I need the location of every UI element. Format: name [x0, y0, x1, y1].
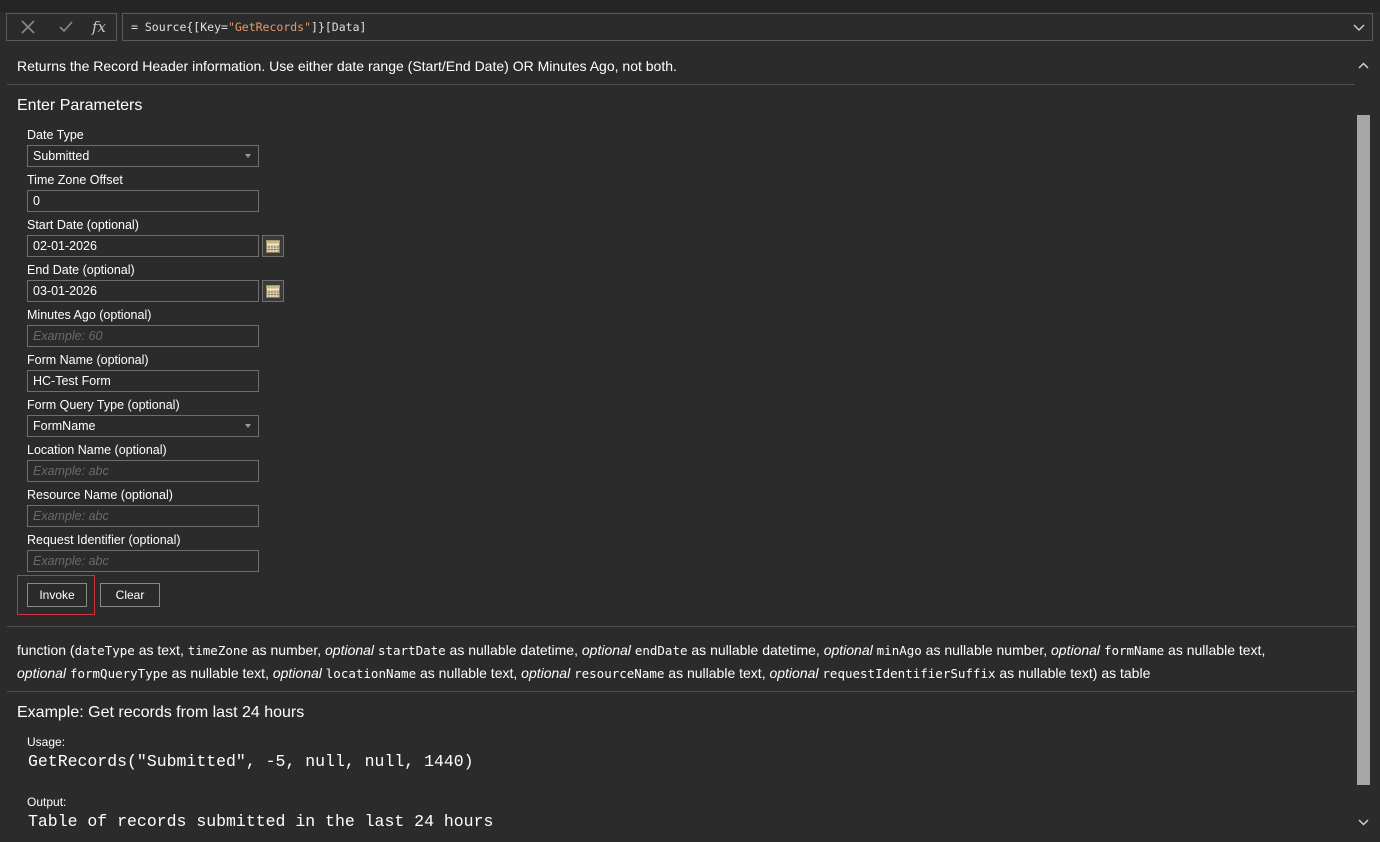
formula-suffix: ]}[Data]: [311, 20, 367, 34]
window-top-border: [0, 0, 1380, 12]
formula-string: "GetRecords": [227, 20, 312, 34]
form-query-type-value: FormName: [33, 419, 96, 433]
sig-optional: optional: [521, 665, 571, 681]
chevron-down-icon: [245, 424, 251, 428]
invoke-button[interactable]: Invoke: [27, 583, 87, 607]
divider: [7, 691, 1355, 692]
scroll-down-icon[interactable]: [1357, 815, 1370, 829]
divider: [7, 626, 1355, 627]
sig-param: startDate: [377, 643, 446, 658]
formula-prefix: = Source{[Key=: [131, 20, 228, 34]
sig-param: locationName: [325, 666, 417, 681]
resource-name-input[interactable]: [27, 505, 259, 527]
form-query-type-label: Form Query Type (optional): [27, 398, 180, 412]
usage-code: GetRecords("Submitted", -5, null, null, …: [28, 752, 474, 771]
calendar-icon[interactable]: [262, 280, 284, 302]
form-query-type-select[interactable]: FormName: [27, 415, 259, 437]
date-type-label: Date Type: [27, 128, 84, 142]
sig-param: resourceName: [574, 666, 665, 681]
divider: [7, 84, 1355, 85]
date-type-select[interactable]: Submitted: [27, 145, 259, 167]
time-zone-input[interactable]: [27, 190, 259, 212]
sig-param: endDate: [634, 643, 688, 658]
sig-optional: optional: [823, 642, 873, 658]
start-date-label: Start Date (optional): [27, 218, 139, 232]
sig-text: as nullable text,: [167, 665, 273, 681]
end-date-input[interactable]: [27, 280, 259, 302]
minutes-ago-label: Minutes Ago (optional): [27, 308, 152, 322]
usage-label: Usage:: [27, 735, 66, 749]
sig-param: requestIdentifierSuffix: [822, 666, 996, 681]
scrollbar-thumb[interactable]: [1357, 115, 1370, 785]
date-type-value: Submitted: [33, 149, 90, 163]
form-name-input[interactable]: [27, 370, 259, 392]
function-description: Returns the Record Header information. U…: [17, 58, 677, 74]
formula-bar-buttons: fx: [6, 13, 117, 41]
chevron-down-icon[interactable]: [1350, 18, 1368, 36]
resource-name-label: Resource Name (optional): [27, 488, 173, 502]
sig-text: function (: [17, 642, 75, 658]
form-name-label: Form Name (optional): [27, 353, 149, 367]
check-icon[interactable]: [55, 17, 77, 37]
sig-text: as text,: [134, 642, 188, 658]
location-name-label: Location Name (optional): [27, 443, 167, 457]
sig-optional: optional: [17, 665, 67, 681]
formula-bar: fx = Source{[Key="GetRecords"]}[Data]: [6, 13, 1373, 41]
request-identifier-input[interactable]: [27, 550, 259, 572]
sig-optional: optional: [272, 665, 322, 681]
function-signature: function (dateType as text, timeZone as …: [17, 639, 1337, 685]
fx-icon[interactable]: fx: [88, 17, 110, 37]
formula-input[interactable]: = Source{[Key="GetRecords"]}[Data]: [122, 13, 1373, 41]
scroll-up-icon[interactable]: [1357, 59, 1370, 73]
end-date-label: End Date (optional): [27, 263, 135, 277]
sig-param: formName: [1103, 643, 1165, 658]
sig-optional: optional: [769, 665, 819, 681]
calendar-icon[interactable]: [262, 235, 284, 257]
minutes-ago-input[interactable]: [27, 325, 259, 347]
sig-param: dateType: [74, 643, 135, 658]
sig-optional: optional: [325, 642, 375, 658]
sig-text: as nullable number,: [921, 642, 1051, 658]
chevron-down-icon: [245, 154, 251, 158]
request-identifier-label: Request Identifier (optional): [27, 533, 181, 547]
time-zone-label: Time Zone Offset: [27, 173, 123, 187]
sig-text: as nullable datetime,: [687, 642, 824, 658]
parameters-title: Enter Parameters: [17, 97, 143, 114]
sig-text: as nullable text,: [416, 665, 522, 681]
start-date-input[interactable]: [27, 235, 259, 257]
sig-text: as nullable text,: [1164, 642, 1266, 658]
output-label: Output:: [27, 795, 67, 809]
sig-text: as number,: [247, 642, 325, 658]
sig-text: as nullable text,: [664, 665, 770, 681]
example-title: Example: Get records from last 24 hours: [17, 704, 305, 721]
output-text: Table of records submitted in the last 2…: [28, 812, 494, 831]
vertical-scrollbar[interactable]: [1355, 45, 1372, 842]
close-icon[interactable]: [17, 17, 39, 37]
sig-param: formQueryType: [69, 666, 168, 681]
sig-text: as nullable datetime,: [445, 642, 582, 658]
sig-param: minAgo: [876, 643, 922, 658]
location-name-input[interactable]: [27, 460, 259, 482]
sig-optional: optional: [581, 642, 631, 658]
formula-text: = Source{[Key="GetRecords"]}[Data]: [131, 20, 366, 34]
function-invoke-pane: Returns the Record Header information. U…: [7, 45, 1355, 842]
sig-optional: optional: [1051, 642, 1101, 658]
sig-text: as nullable text) as table: [995, 665, 1151, 681]
clear-button[interactable]: Clear: [100, 583, 160, 607]
sig-param: timeZone: [187, 643, 248, 658]
